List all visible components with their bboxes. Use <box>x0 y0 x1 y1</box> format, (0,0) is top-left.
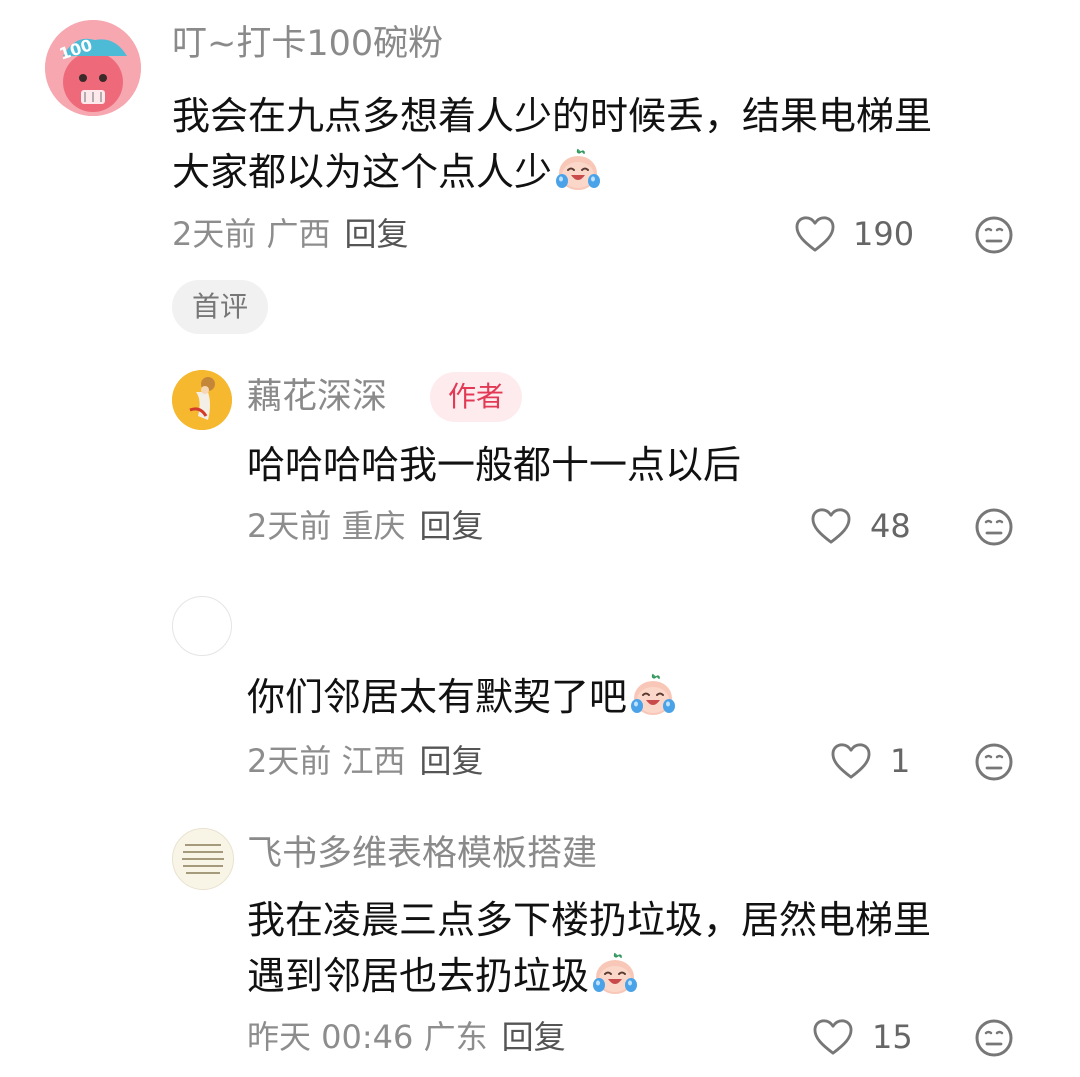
reply-button[interactable]: 回复 <box>502 1018 566 1056</box>
comment-meta: 2天前 江西 回复 <box>247 741 484 781</box>
comment-meta: 2天前 重庆 回复 <box>247 506 484 546</box>
comment-text: 我会在九点多想着人少的时候丢，结果电梯里 大家都以为这个点人少 <box>172 88 1052 200</box>
username[interactable]: 藕花深深 <box>247 375 387 419</box>
comment-meta: 昨天 00:46 广东 回复 <box>247 1017 566 1057</box>
meh-face-icon[interactable] <box>974 1018 1014 1058</box>
like-count: 15 <box>872 1018 913 1056</box>
meh-face-icon[interactable] <box>974 507 1014 547</box>
comment-meta: 2天前 广西 回复 <box>172 214 409 254</box>
first-comment-tag: 首评 <box>172 280 269 334</box>
heart-icon[interactable] <box>794 215 836 253</box>
crying-laughing-peach-emoji-icon <box>629 670 677 718</box>
comment-text: 哈哈哈哈我一般都十一点以后 <box>247 443 742 487</box>
comment-text: 你们邻居太有默契了吧 <box>247 669 1047 725</box>
time-location: 2天前 重庆 <box>247 507 406 545</box>
heart-icon[interactable] <box>830 742 872 780</box>
crying-laughing-peach-emoji-icon <box>591 949 639 997</box>
like-count: 48 <box>870 507 911 545</box>
comment-text-line: 我在凌晨三点多下楼扔垃圾，居然电梯里 <box>247 898 932 942</box>
comment-text-line: 我会在九点多想着人少的时候丢，结果电梯里 <box>172 94 933 138</box>
like-count: 1 <box>890 742 911 780</box>
like-count: 190 <box>853 215 915 253</box>
time-location: 昨天 00:46 广东 <box>247 1018 488 1056</box>
comment-text-fragment: 遇到邻居也去扔垃圾 <box>247 954 590 998</box>
username[interactable]: 叮~打卡100碗粉 <box>172 22 443 66</box>
crying-laughing-peach-emoji-icon <box>554 145 602 193</box>
avatar[interactable] <box>172 370 232 430</box>
avatar[interactable]: 100 <box>45 20 141 116</box>
reply-button[interactable]: 回复 <box>420 742 484 780</box>
heart-icon[interactable] <box>812 1018 854 1056</box>
reply-button[interactable]: 回复 <box>345 215 409 253</box>
comment-text: 我在凌晨三点多下楼扔垃圾，居然电梯里 遇到邻居也去扔垃圾 <box>247 892 1047 1004</box>
username[interactable]: 飞书多维表格模板搭建 <box>247 832 597 876</box>
time-location: 2天前 广西 <box>172 215 331 253</box>
time-location: 2天前 江西 <box>247 742 406 780</box>
comment-text-line: 遇到邻居也去扔垃圾 <box>247 948 1047 1004</box>
text-pattern-avatar-image <box>173 829 233 889</box>
meh-face-icon[interactable] <box>974 215 1014 255</box>
heart-icon[interactable] <box>810 507 852 545</box>
comment-text-fragment: 你们邻居太有默契了吧 <box>247 675 628 719</box>
comment-text-line: 大家都以为这个点人少 <box>172 144 1052 200</box>
illustrated-figure-avatar-image <box>172 370 232 430</box>
meh-face-icon[interactable] <box>974 742 1014 782</box>
reply-button[interactable]: 回复 <box>420 507 484 545</box>
pink-character-avatar-image <box>45 20 141 116</box>
comment-text-fragment: 大家都以为这个点人少 <box>172 150 553 194</box>
avatar[interactable] <box>172 596 232 656</box>
author-badge: 作者 <box>430 372 523 422</box>
avatar[interactable] <box>172 828 234 890</box>
